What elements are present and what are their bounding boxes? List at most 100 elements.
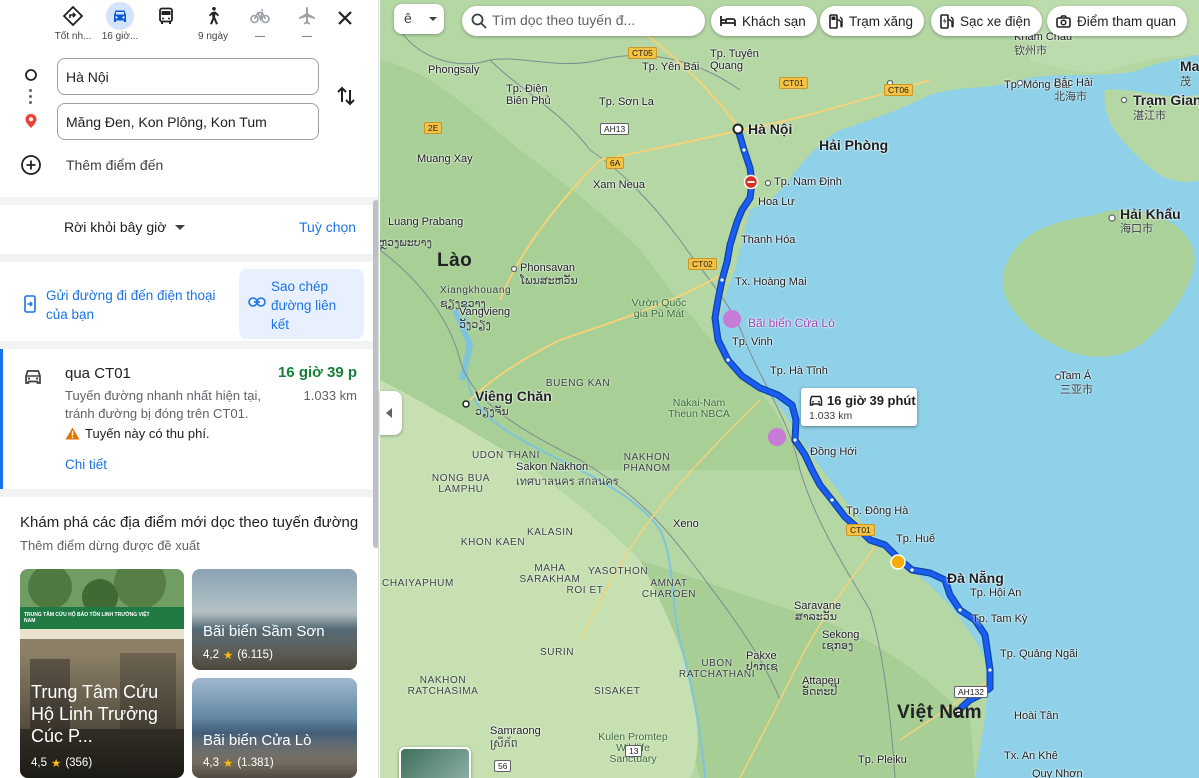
toll-warning: Tuyến này có thu phí. (65, 426, 210, 441)
map-label-city: Phongsaly (428, 64, 480, 76)
map-label-city: Tp. Sơn La (599, 96, 654, 108)
map-label-major: Ma (1180, 58, 1199, 74)
map-label-script: ປາກເຊ (746, 661, 778, 673)
chip-hotels[interactable]: Khách sạn (711, 6, 817, 36)
walking-icon (209, 7, 219, 25)
road-shield: CT02 (688, 258, 717, 270)
map-label-script: 海口市 (1120, 223, 1153, 235)
divider (0, 341, 378, 349)
mode-driving[interactable]: 16 giờ... (97, 2, 143, 46)
route-details-link[interactable]: Chi tiết (65, 457, 107, 472)
map-label-city: Tp. Huế (896, 533, 936, 545)
route-option-card[interactable]: qua CT01 16 giờ 39 p Tuyến đường nhanh n… (0, 349, 378, 489)
map-label-city: Tp. Quảng Ngãi (1000, 648, 1078, 660)
map-label-city: Luang Prabang (388, 216, 464, 228)
map-label-city: Quy Nhơn (1032, 768, 1083, 778)
map-label-script: ຫຼວງພະບາງ (380, 237, 432, 249)
place-sign-text: TRUNG TÂM CỨU HỘ BẢO TỒN LINH TRƯỞNG VIỆ… (24, 612, 150, 624)
map-label-city: Tp. Đông Hà (846, 505, 909, 517)
caret-down-icon (429, 17, 437, 21)
options-link[interactable]: Tuỳ chọn (299, 219, 356, 235)
map-label-script: 北海市 (1054, 91, 1087, 103)
callout-duration: 16 giờ 39 phút (827, 393, 916, 408)
gas-station-icon (829, 13, 843, 29)
road-shield: CT05 (628, 47, 657, 59)
map-label-script: 钦州市 (1014, 45, 1047, 57)
car-icon (114, 10, 126, 22)
mode-transit[interactable] (143, 2, 189, 46)
map-label-city: Tp. Pleiku (858, 754, 907, 766)
place-name: Trung Tâm Cứu Hộ Linh Trưởng Cúc P... (31, 682, 159, 746)
route-duration-callout[interactable]: 16 giờ 39 phút 1.033 km (801, 388, 917, 426)
map-label-city: Tp. Tuyên Quang (710, 48, 759, 72)
map-label-city: Tx. Hoàng Mai (735, 276, 807, 288)
star-icon: ★ (51, 758, 62, 770)
place-rating: 4,2 ★ (6.115) (203, 648, 273, 662)
mode-cycling[interactable]: — (237, 2, 283, 46)
toll-warning-text: Tuyến này có thu phí. (85, 426, 210, 441)
road-shield: CT06 (884, 84, 913, 96)
callout-distance: 1.033 km (809, 410, 853, 422)
map-label-script: ອັດຕະປື (802, 686, 838, 698)
bus-icon (159, 7, 173, 24)
chip-attractions[interactable]: Điểm tham quan (1047, 6, 1188, 36)
mode-driving-label: 16 giờ... (101, 31, 139, 42)
mode-flight[interactable]: — (284, 2, 330, 46)
star-icon: ★ (223, 758, 234, 770)
rating-count: (356) (65, 757, 93, 769)
map-label-script: ເຊກອງ (822, 640, 854, 652)
map-label-region: MAHA SARAKHAM (519, 563, 581, 585)
copy-link-label: Sao chép đường liên kết (271, 279, 337, 332)
map-label-script: 茂 (1180, 76, 1191, 88)
map-label-major: Hà Nội (748, 121, 793, 137)
map-label-region: NAKHON RATCHASIMA (407, 675, 479, 697)
camera-icon (1056, 14, 1071, 28)
car-icon (25, 370, 41, 384)
add-destination-button[interactable]: Thêm điểm đến (20, 152, 163, 178)
search-along-route[interactable] (462, 6, 705, 36)
panel-scrollbar[interactable] (373, 200, 378, 548)
rating-value: 4,3 (203, 757, 219, 769)
chip-ev-charging[interactable]: Sạc xe điện (931, 6, 1042, 36)
place-card[interactable]: Bãi biển Sầm Sơn 4,2 ★ (6.115) (192, 569, 357, 670)
airplane-icon (299, 7, 315, 25)
route-duration: 16 giờ 39 p (277, 364, 357, 381)
travel-mode-bar: Tốt nh... 16 giờ... 9 ngày — — (0, 0, 378, 48)
layer-button[interactable]: ê (394, 4, 444, 34)
mode-best[interactable]: Tốt nh... (50, 2, 96, 46)
satellite-thumbnail[interactable] (399, 747, 471, 778)
mode-walking[interactable]: 9 ngày (190, 2, 236, 46)
destination-input[interactable] (57, 103, 319, 140)
map-canvas[interactable]: Phongsaly Lào Việt Nam Hà Nội Hải Phòng Tp. N… (380, 0, 1199, 778)
add-destination-label: Thêm điểm đến (66, 157, 164, 173)
place-rating: 4,3 ★ (1.381) (203, 756, 274, 770)
mode-cycling-label: — (255, 31, 265, 42)
map-label-poi: Bãi biển Cửa Lò (748, 316, 835, 330)
rating-count: (1.381) (237, 757, 274, 769)
car-icon (809, 395, 823, 406)
send-to-phone-icon (24, 295, 36, 313)
road-shield: 56 (494, 760, 512, 772)
search-input[interactable] (492, 12, 697, 28)
send-to-phone-button[interactable]: Gửi đường đi đến điện thoại của bạn (20, 284, 230, 328)
place-name: Bãi biển Sầm Sơn (203, 623, 325, 640)
plus-circle-icon (21, 155, 41, 175)
ev-charging-icon (940, 13, 954, 29)
swap-arrows-icon[interactable] (334, 84, 358, 108)
bicycle-icon (250, 9, 270, 24)
map-label-city: Muang Xay (417, 153, 473, 165)
map-label-script: 三亚市 (1060, 384, 1093, 396)
map-label-city: Xeno (673, 518, 699, 530)
origin-input[interactable] (57, 58, 319, 95)
copy-link-button[interactable]: Sao chép đường liên kết (239, 269, 364, 339)
collapse-panel-button[interactable] (380, 391, 402, 435)
map-label-script: ວັງວຽງ (459, 319, 491, 331)
place-card[interactable]: Bãi biển Cửa Lò 4,3 ★ (1.381) (192, 678, 357, 778)
leave-now-dropdown[interactable]: Rời khỏi bây giờ (64, 219, 186, 235)
leave-now-label: Rời khỏi bây giờ (64, 219, 167, 235)
close-icon[interactable] (333, 6, 357, 30)
chip-gas[interactable]: Trạm xăng (820, 6, 925, 36)
rating-count: (6.115) (237, 649, 273, 661)
mode-best-label: Tốt nh... (54, 31, 92, 42)
place-card[interactable]: TRUNG TÂM CỨU HỘ BẢO TỒN LINH TRƯỞNG VIỆ… (20, 569, 184, 778)
